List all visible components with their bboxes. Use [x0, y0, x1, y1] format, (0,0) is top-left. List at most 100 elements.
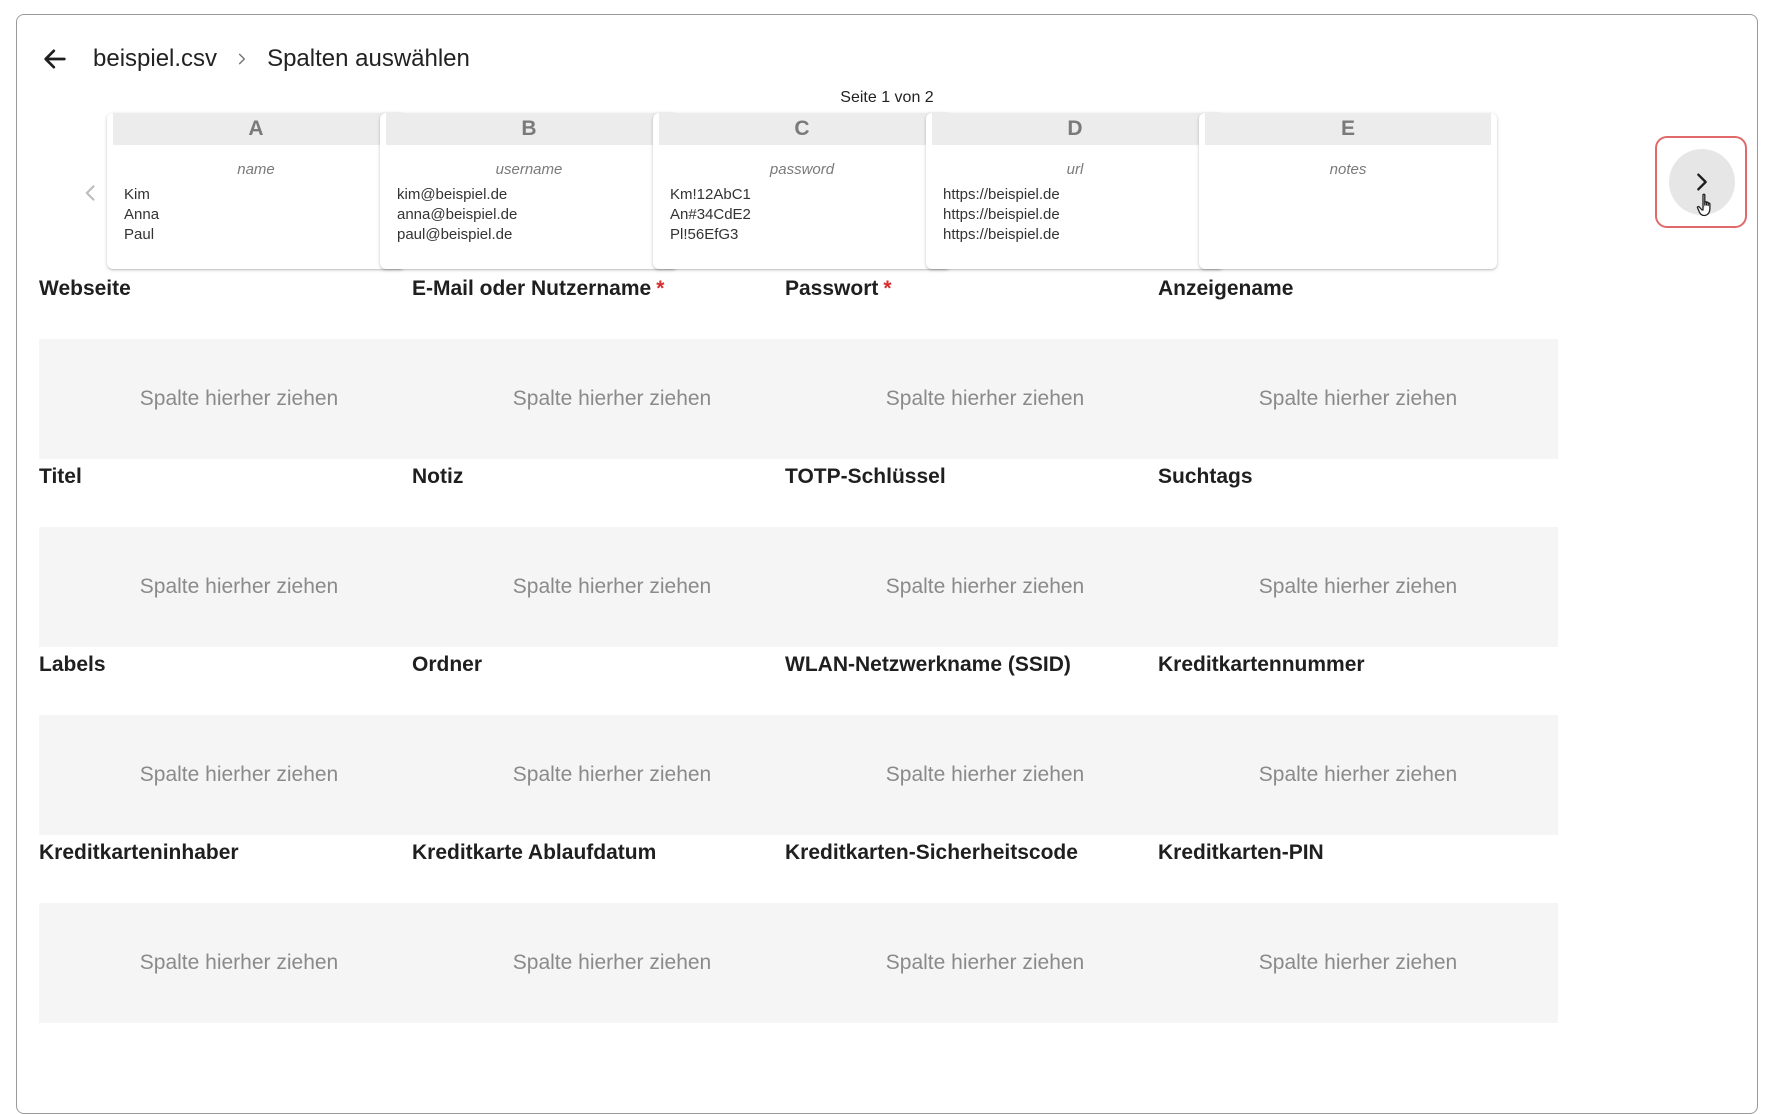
- csv-column-card[interactable]: Enotes: [1199, 113, 1497, 269]
- column-value: Kim: [124, 186, 150, 203]
- field-label-suchtags: Suchtags: [1158, 465, 1253, 489]
- dropzone-kreditkarte-ablaufdatum[interactable]: Spalte hierher ziehen: [412, 903, 812, 1023]
- field-label-text: Kreditkartennummer: [1158, 653, 1365, 676]
- column-values: Kim Anna Paul: [124, 185, 159, 245]
- dropzone-text: Spalte hierher ziehen: [512, 951, 712, 974]
- column-header: password: [769, 161, 835, 178]
- field-label-text: Passwort: [785, 277, 879, 300]
- field-label-wlan-netzwerkname-ssid: WLAN-Netzwerkname (SSID): [785, 653, 1071, 677]
- dropzone-text: Spalte hierher ziehen: [512, 575, 712, 598]
- field-label-text: Kreditkarteninhaber: [39, 841, 239, 864]
- column-value: https://beispiel.de: [943, 186, 1060, 203]
- dropzone-text: Spalte hierher ziehen: [139, 763, 339, 786]
- csv-column-card[interactable]: Busername kim@beispiel.de anna@beispiel.de…: [380, 113, 678, 269]
- dropzone-ordner[interactable]: Spalte hierher ziehen: [412, 715, 812, 835]
- breadcrumb-file-name[interactable]: beispiel.csv: [93, 45, 217, 73]
- dropzone-text: Spalte hierher ziehen: [885, 763, 1085, 786]
- dropzone-kreditkarten-sicherheitscode[interactable]: Spalte hierher ziehen: [785, 903, 1185, 1023]
- column-letter: E: [1205, 113, 1491, 145]
- column-value: Anna: [124, 206, 160, 223]
- column-values: https://beispiel.de https://beispiel.de ht…: [943, 185, 1060, 245]
- dropzone-wlan-netzwerkname-ssid[interactable]: Spalte hierher ziehen: [785, 715, 1185, 835]
- breadcrumb: beispiel.csv Spalten auswählen: [39, 39, 470, 79]
- column-value: anna@beispiel.de: [397, 206, 518, 223]
- field-label-kreditkarte-ablaufdatum: Kreditkarte Ablaufdatum: [412, 841, 656, 865]
- field-label-text: Notiz: [412, 465, 464, 488]
- dropzone-text: Spalte hierher ziehen: [512, 387, 712, 410]
- page-indicator: Seite 1 von 2: [840, 89, 934, 106]
- field-label-ordner: Ordner: [412, 653, 482, 677]
- column-letter: D: [932, 113, 1218, 145]
- field-label-text: Webseite: [39, 277, 131, 300]
- dropzone-labels[interactable]: Spalte hierher ziehen: [39, 715, 439, 835]
- dropzone-text: Spalte hierher ziehen: [139, 575, 339, 598]
- dropzone-text: Spalte hierher ziehen: [885, 951, 1085, 974]
- field-label-text: Suchtags: [1158, 465, 1253, 488]
- field-label-kreditkarten-pin: Kreditkarten-PIN: [1158, 841, 1324, 865]
- field-label-text: Titel: [39, 465, 82, 488]
- column-header: username: [495, 161, 563, 178]
- field-label-text: WLAN-Netzwerkname (SSID): [785, 653, 1071, 676]
- chevron-right-icon: [235, 52, 249, 66]
- dropzone-text: Spalte hierher ziehen: [512, 763, 712, 786]
- back-button[interactable]: [39, 43, 71, 75]
- dropzone-text: Spalte hierher ziehen: [1258, 951, 1458, 974]
- csv-column-card[interactable]: Aname Kim Anna Paul: [107, 113, 405, 269]
- dropzone-kreditkartennummer[interactable]: Spalte hierher ziehen: [1158, 715, 1558, 835]
- dropzone-kreditkarten-pin[interactable]: Spalte hierher ziehen: [1158, 903, 1558, 1023]
- field-label-text: E-Mail oder Nutzername: [412, 277, 652, 300]
- dropzone-text: Spalte hierher ziehen: [139, 387, 339, 410]
- column-header: notes: [1329, 161, 1367, 178]
- dropzone-text: Spalte hierher ziehen: [1258, 575, 1458, 598]
- dropzone-suchtags[interactable]: Spalte hierher ziehen: [1158, 527, 1558, 647]
- field-label-text: Ordner: [412, 653, 483, 676]
- field-label-totp-schl-ssel: TOTP-Schlüssel: [785, 465, 946, 489]
- dropzone-totp-schl-ssel[interactable]: Spalte hierher ziehen: [785, 527, 1185, 647]
- dropzone-passwort[interactable]: Spalte hierher ziehen: [785, 339, 1185, 459]
- field-label-passwort: Passwort *: [785, 277, 892, 301]
- column-letter: A: [113, 113, 399, 145]
- field-label-kreditkartennummer: Kreditkartennummer: [1158, 653, 1365, 677]
- field-label-kreditkarten-sicherheitscode: Kreditkarten-Sicherheitscode: [785, 841, 1078, 865]
- csv-column-card[interactable]: Cpassword Km!12AbC1 An#34CdE2 Pl!56EfG3: [653, 113, 951, 269]
- column-values: kim@beispiel.de anna@beispiel.de paul@beis…: [397, 185, 517, 245]
- column-letter: C: [659, 113, 945, 145]
- field-label-text: TOTP-Schlüssel: [785, 465, 946, 488]
- column-header: name: [237, 161, 275, 178]
- column-value: An#34CdE2: [670, 206, 751, 223]
- dropzone-kreditkarteninhaber[interactable]: Spalte hierher ziehen: [39, 903, 439, 1023]
- chevron-right-icon: [1697, 173, 1707, 191]
- csv-column-card[interactable]: Durl https://beispiel.de https://beispiel.…: [926, 113, 1224, 269]
- dropzone-webseite[interactable]: Spalte hierher ziehen: [39, 339, 439, 459]
- column-value: https://beispiel.de: [943, 206, 1060, 223]
- column-values: Km!12AbC1 An#34CdE2 Pl!56EfG3: [670, 185, 751, 245]
- import-dialog: beispiel.csv Spalten auswählen Seite 1 v…: [16, 14, 1758, 1114]
- dropzone-text: Spalte hierher ziehen: [139, 951, 339, 974]
- dropzone-text: Spalte hierher ziehen: [1258, 763, 1458, 786]
- dropzone-text: Spalte hierher ziehen: [1258, 387, 1458, 410]
- dropzone-e-mail-oder-nutzername[interactable]: Spalte hierher ziehen: [412, 339, 812, 459]
- dropzone-text: Spalte hierher ziehen: [885, 575, 1085, 598]
- required-marker: *: [656, 277, 665, 300]
- chevron-left-icon: [85, 185, 95, 201]
- required-marker: *: [883, 277, 892, 300]
- column-header: url: [1066, 161, 1084, 178]
- dropzone-notiz[interactable]: Spalte hierher ziehen: [412, 527, 812, 647]
- field-label-labels: Labels: [39, 653, 106, 677]
- arrow-left-icon: [44, 49, 66, 69]
- column-value: https://beispiel.de: [943, 226, 1060, 243]
- dropzone-titel[interactable]: Spalte hierher ziehen: [39, 527, 439, 647]
- field-label-text: Labels: [39, 653, 106, 676]
- column-value: Paul: [124, 226, 155, 243]
- dropzone-text: Spalte hierher ziehen: [885, 387, 1085, 410]
- next-page-button[interactable]: [1669, 149, 1735, 215]
- column-letter: B: [386, 113, 672, 145]
- column-value: Km!12AbC1: [670, 186, 751, 203]
- field-label-kreditkarteninhaber: Kreditkarteninhaber: [39, 841, 239, 865]
- field-label-webseite: Webseite: [39, 277, 131, 301]
- field-label-e-mail-oder-nutzername: E-Mail oder Nutzername *: [412, 277, 664, 301]
- field-label-text: Kreditkarte Ablaufdatum: [412, 841, 657, 864]
- column-value: Pl!56EfG3: [670, 226, 739, 243]
- dropzone-anzeigename[interactable]: Spalte hierher ziehen: [1158, 339, 1558, 459]
- field-label-text: Kreditkarten-Sicherheitscode: [785, 841, 1078, 864]
